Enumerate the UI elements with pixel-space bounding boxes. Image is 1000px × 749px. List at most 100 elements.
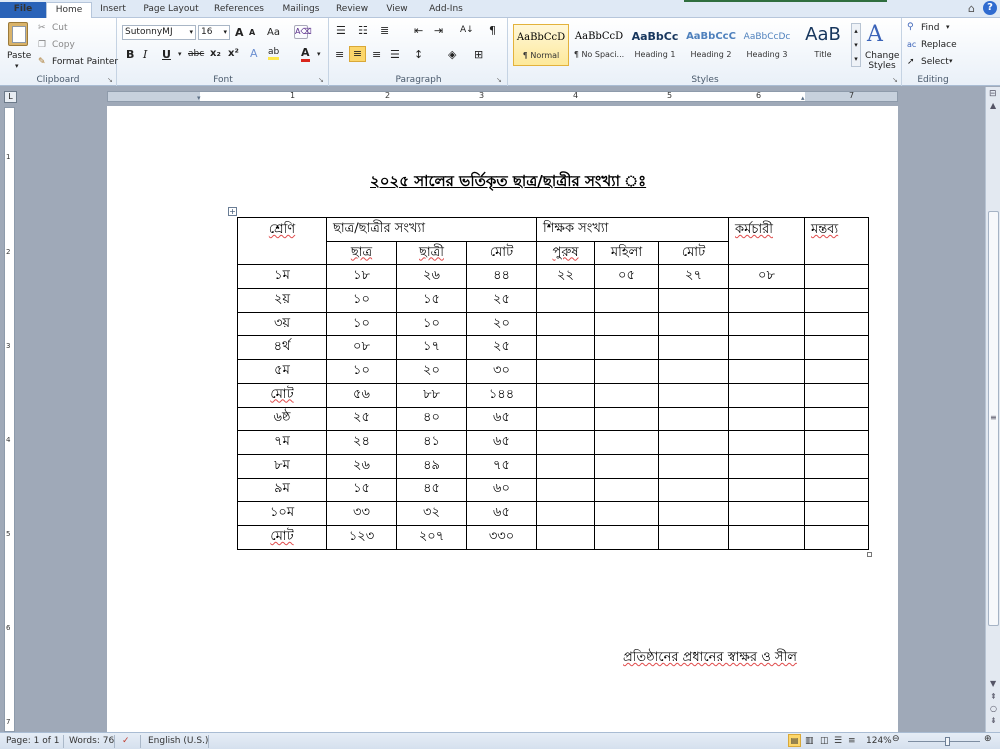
- table-cell-remarks[interactable]: [804, 335, 869, 361]
- table-cell-class[interactable]: ১ম: [237, 264, 327, 290]
- table-cell-girls[interactable]: ৮৮: [396, 382, 467, 408]
- table-cell-male[interactable]: [536, 311, 595, 337]
- text-effects-icon[interactable]: A: [250, 47, 258, 60]
- table-cell-teacher-total[interactable]: [658, 335, 729, 361]
- table-cell-total[interactable]: ৭৫: [466, 453, 537, 479]
- change-case-button[interactable]: Aa: [267, 27, 280, 38]
- table-cell-female[interactable]: [594, 453, 659, 479]
- style-no-spacing[interactable]: AaBbCcD ¶ No Spaci...: [571, 24, 627, 66]
- table-cell-female[interactable]: [594, 501, 659, 526]
- table-cell-male[interactable]: [536, 288, 595, 313]
- clear-formatting-icon[interactable]: A⌫: [294, 25, 312, 39]
- table-cell-female[interactable]: [594, 335, 659, 361]
- table-cell-class[interactable]: মোট: [237, 524, 327, 550]
- table-cell-total[interactable]: ৬০: [466, 477, 537, 503]
- table-cell-class[interactable]: ৬ষ্ঠ: [237, 406, 327, 432]
- change-styles-button[interactable]: Change Styles: [865, 51, 899, 71]
- table-cell-boys[interactable]: ২৬: [326, 453, 397, 479]
- style-heading-3[interactable]: AaBbCcDc Heading 3: [739, 24, 795, 66]
- table-cell-boys[interactable]: ৫৬: [326, 382, 397, 408]
- copy-button[interactable]: Copy: [52, 40, 75, 50]
- table-cell-total[interactable]: ৬৫: [466, 501, 537, 526]
- table-cell-teacher-total[interactable]: [658, 524, 729, 550]
- language[interactable]: English (U.S.): [148, 736, 208, 746]
- table-cell-total[interactable]: ৪৪: [466, 264, 537, 290]
- line-spacing-icon[interactable]: ↕: [414, 48, 423, 61]
- table-cell-class[interactable]: ৫ম: [237, 359, 327, 384]
- table-cell-female[interactable]: [594, 477, 659, 503]
- subscript-button[interactable]: x₂: [210, 48, 221, 59]
- shading-icon[interactable]: ◈: [448, 48, 456, 61]
- tab-insert[interactable]: Insert: [96, 2, 130, 18]
- table-cell-remarks[interactable]: [804, 382, 869, 408]
- bold-button[interactable]: B: [126, 48, 134, 61]
- chevron-down-icon[interactable]: ▾: [317, 50, 321, 58]
- zoom-slider-thumb[interactable]: [945, 737, 950, 746]
- help-icon[interactable]: ?: [983, 1, 997, 15]
- table-cell-remarks[interactable]: [804, 477, 869, 503]
- table-cell-boys[interactable]: ১২৩: [326, 524, 397, 550]
- table-cell-male[interactable]: [536, 453, 595, 479]
- table-cell-staff[interactable]: [728, 501, 805, 526]
- table-cell-teacher-total[interactable]: [658, 359, 729, 384]
- table-cell-female[interactable]: ০৫: [594, 264, 659, 290]
- enrollment-table[interactable]: শ্রেণি ছাত্র/ছাত্রীর সংখ্যা শিক্ষক সংখ্য…: [237, 216, 869, 550]
- paste-button[interactable]: Paste: [7, 51, 31, 61]
- web-layout-icon[interactable]: ◫: [820, 736, 829, 746]
- replace-button[interactable]: Replace: [921, 40, 957, 50]
- horizontal-ruler[interactable]: 1 2 3 4 5 6 7 ▾ ▴: [107, 91, 898, 102]
- justify-icon[interactable]: ☰: [390, 48, 400, 61]
- table-cell-class[interactable]: ৮ম: [237, 453, 327, 479]
- sort-button[interactable]: A↓: [460, 25, 474, 35]
- table-cell-teacher-total[interactable]: [658, 311, 729, 337]
- zoom-in-icon[interactable]: ⊕: [984, 734, 992, 744]
- chevron-down-icon[interactable]: ▾: [946, 23, 950, 31]
- table-cell-teacher-total[interactable]: [658, 477, 729, 503]
- shrink-font-button[interactable]: A: [249, 28, 255, 37]
- superscript-button[interactable]: x²: [228, 48, 239, 59]
- find-button[interactable]: Find: [921, 23, 939, 33]
- table-cell-teacher-total[interactable]: [658, 453, 729, 479]
- table-cell-girls[interactable]: ৪১: [396, 430, 467, 455]
- table-cell-female[interactable]: [594, 359, 659, 384]
- table-cell-boys[interactable]: ৩৩: [326, 501, 397, 526]
- table-cell-male[interactable]: [536, 501, 595, 526]
- table-cell-staff[interactable]: [728, 453, 805, 479]
- table-cell-girls[interactable]: ১০: [396, 311, 467, 337]
- clipboard-launcher-icon[interactable]: ↘: [107, 76, 113, 84]
- full-screen-reading-icon[interactable]: ▥: [805, 736, 814, 746]
- style-title[interactable]: AaB Title: [795, 24, 851, 66]
- style-heading-2[interactable]: AaBbCcC Heading 2: [683, 24, 739, 66]
- table-cell-girls[interactable]: ৩২: [396, 501, 467, 526]
- underline-button[interactable]: U: [162, 48, 171, 61]
- browse-object-icon[interactable]: ○: [990, 704, 997, 713]
- align-right-icon[interactable]: ≡: [372, 48, 381, 61]
- table-cell-male[interactable]: [536, 477, 595, 503]
- table-cell-staff[interactable]: [728, 311, 805, 337]
- strikethrough-button[interactable]: abc: [188, 49, 204, 59]
- font-family-combo[interactable]: SutonnyMJ ▾: [122, 25, 196, 40]
- table-cell-male[interactable]: [536, 430, 595, 455]
- table-cell-female[interactable]: [594, 406, 659, 432]
- table-cell-teacher-total[interactable]: [658, 501, 729, 526]
- table-cell-female[interactable]: [594, 311, 659, 337]
- table-cell-male[interactable]: [536, 359, 595, 384]
- table-cell-remarks[interactable]: [804, 359, 869, 384]
- table-cell-boys[interactable]: ২৫: [326, 406, 397, 432]
- table-cell-remarks[interactable]: [804, 406, 869, 432]
- table-cell-teacher-total[interactable]: ২৭: [658, 264, 729, 290]
- table-cell-total[interactable]: ৩৩০: [466, 524, 537, 550]
- table-cell-teacher-total[interactable]: [658, 288, 729, 313]
- multilevel-list-icon[interactable]: ≣: [380, 24, 389, 37]
- table-cell-boys[interactable]: ১০: [326, 288, 397, 313]
- ruler-toggle-icon[interactable]: ⊟: [989, 89, 997, 99]
- format-painter-button[interactable]: Format Painter: [52, 57, 118, 67]
- paste-dropdown-icon[interactable]: ▾: [15, 62, 19, 70]
- chevron-down-icon[interactable]: ▾: [178, 50, 182, 58]
- table-cell-class[interactable]: ৯ম: [237, 477, 327, 503]
- styles-launcher-icon[interactable]: ↘: [892, 76, 898, 84]
- highlight-button[interactable]: ab: [268, 47, 280, 60]
- table-cell-girls[interactable]: ৪০: [396, 406, 467, 432]
- table-move-handle-icon[interactable]: +: [228, 207, 237, 216]
- vertical-ruler[interactable]: 1 2 3 4 5 6 7: [4, 107, 15, 732]
